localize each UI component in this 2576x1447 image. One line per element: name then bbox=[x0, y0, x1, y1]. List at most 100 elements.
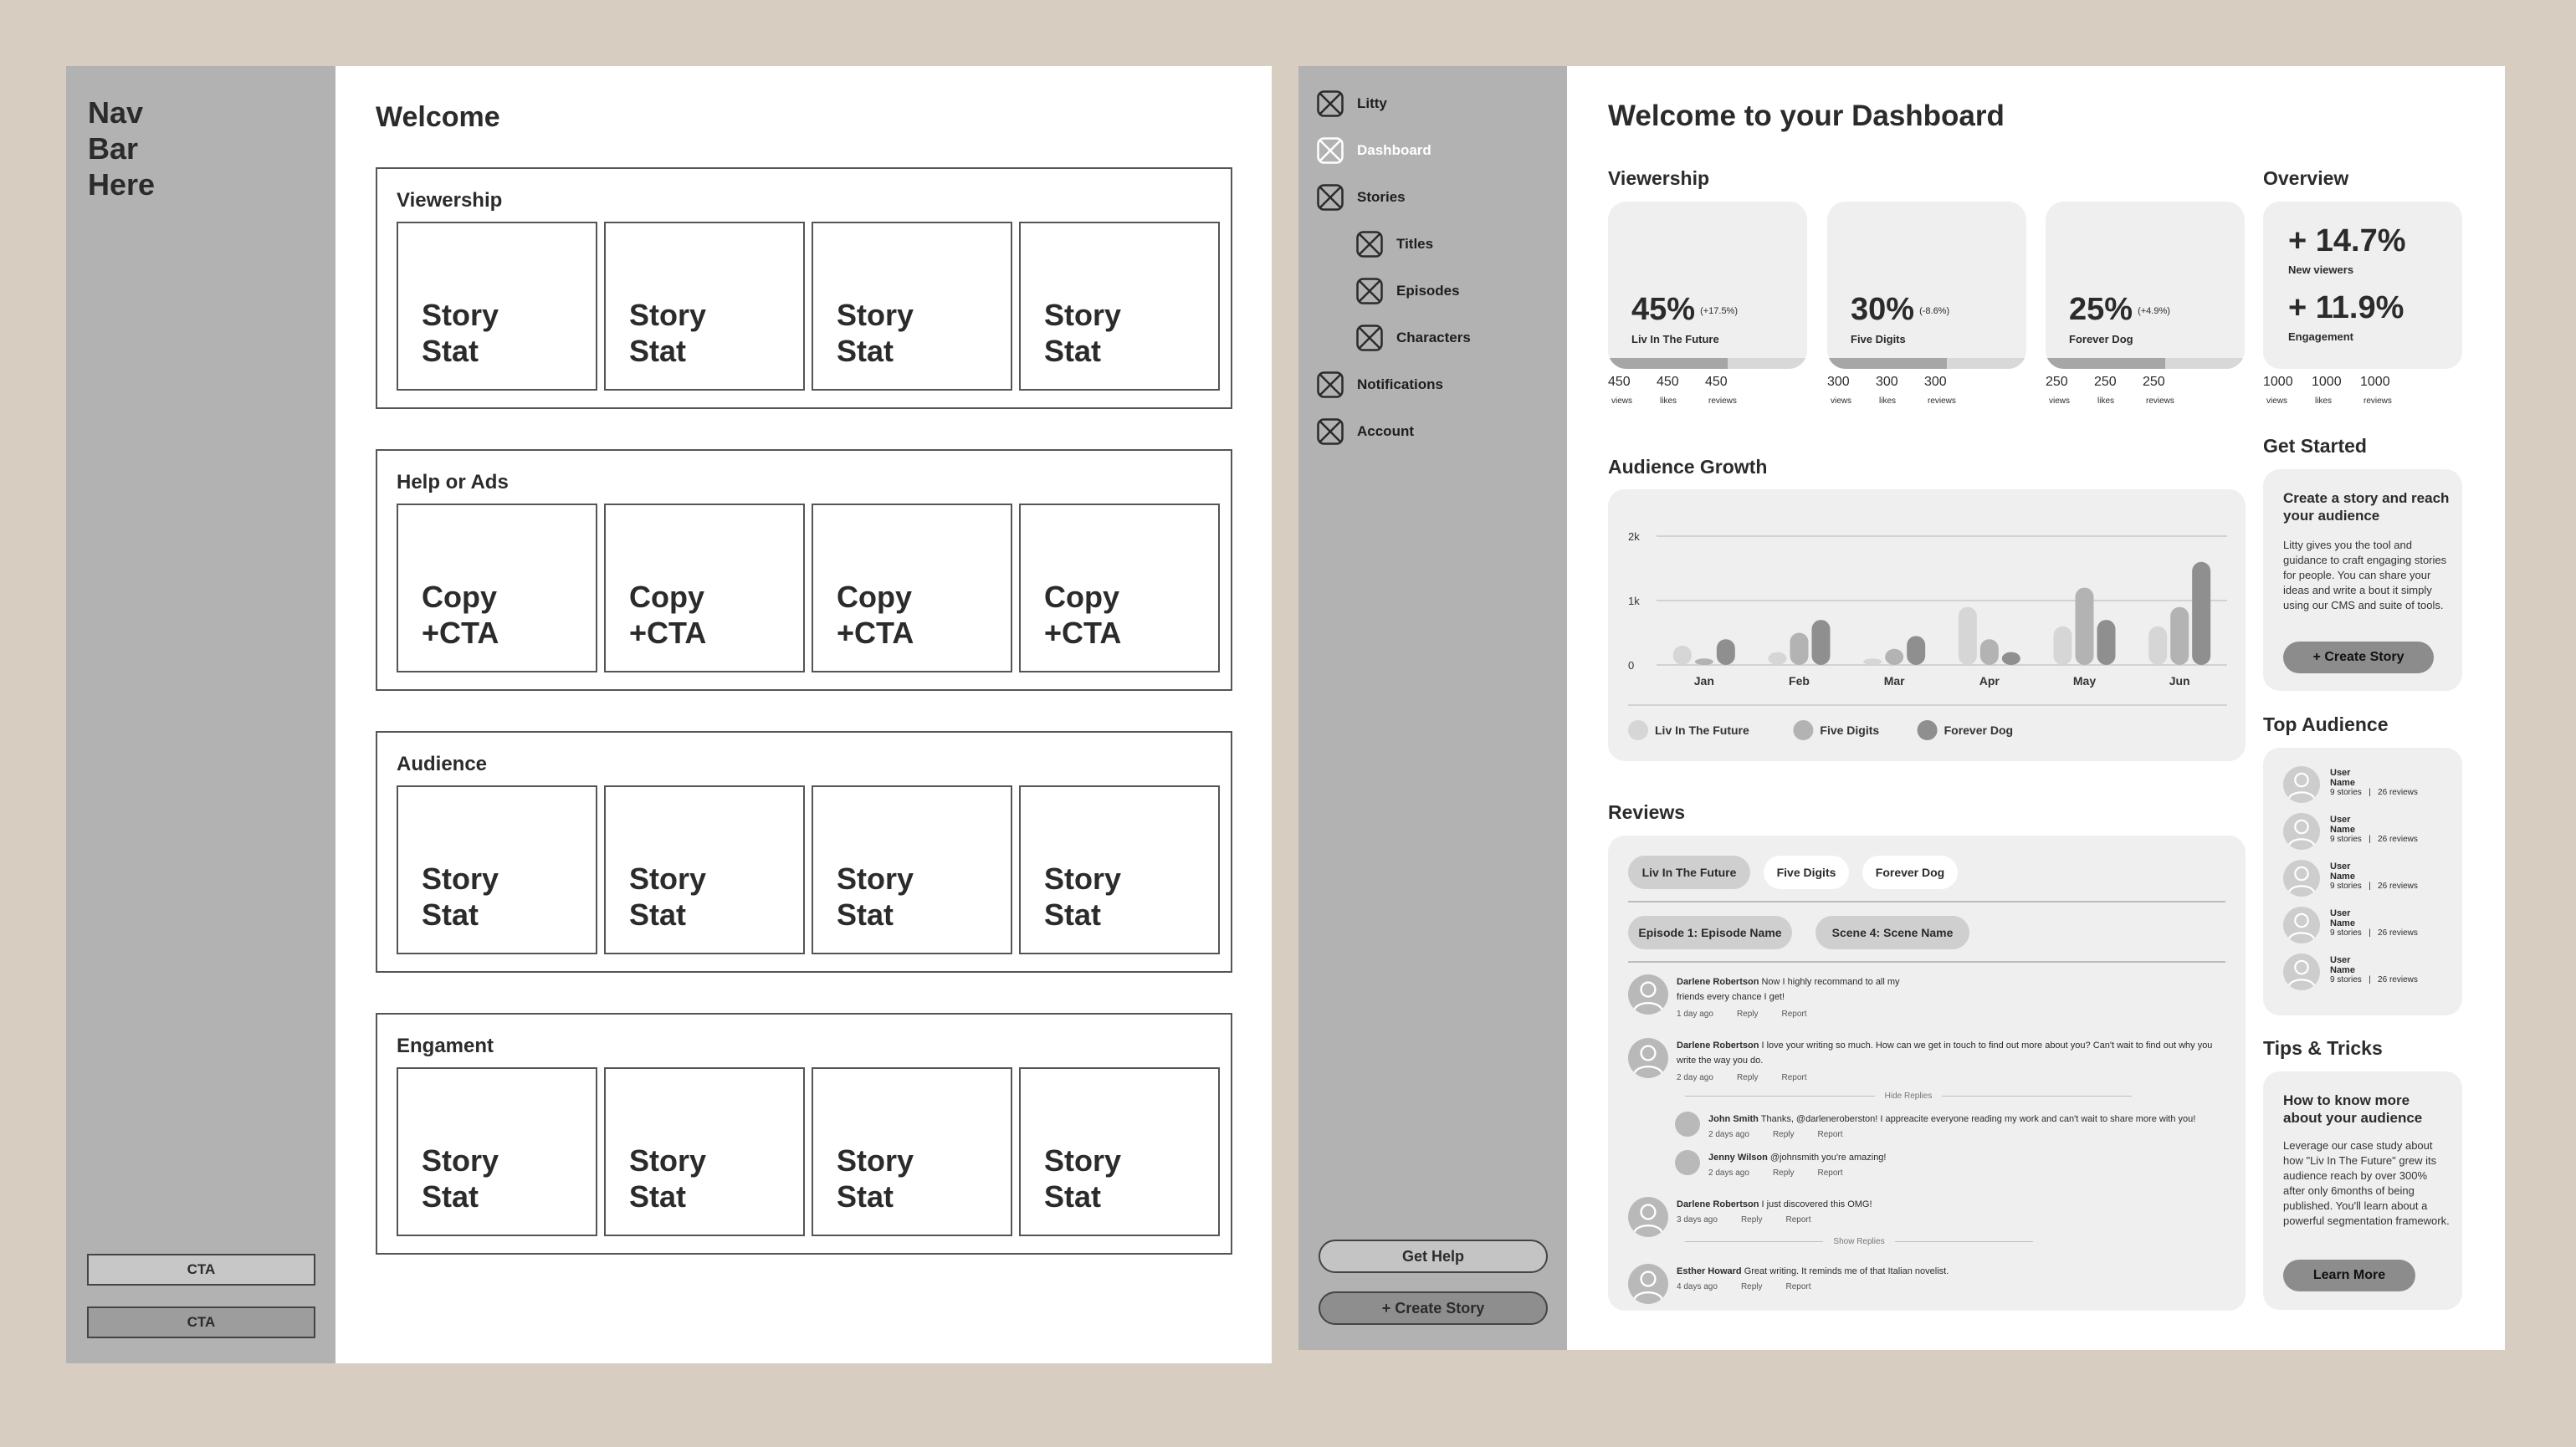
ad-card[interactable]: Copy +CTA bbox=[397, 504, 597, 672]
stat-card[interactable]: Story Stat bbox=[1019, 785, 1220, 954]
viewership-card[interactable]: 30% (-8.6%) Five Digits bbox=[1827, 202, 2026, 369]
get-started-title: Create a story and reach your audience bbox=[2283, 490, 2450, 524]
report-link[interactable]: Report bbox=[1786, 1215, 1811, 1225]
create-story-button[interactable]: + Create Story bbox=[1319, 1291, 1548, 1325]
stat-card[interactable]: Story Stat bbox=[397, 1067, 597, 1236]
stat: 250 reviews bbox=[2143, 375, 2174, 406]
sidebar-item-stories[interactable]: Stories bbox=[1317, 184, 1406, 211]
user-stats: 9 stories | 26 reviews bbox=[2330, 975, 2418, 984]
user-icon bbox=[2283, 907, 2320, 943]
stat-card[interactable]: Story Stat bbox=[604, 222, 805, 391]
stat: 1000 likes bbox=[2312, 375, 2342, 406]
stat-card[interactable]: Story Stat bbox=[812, 785, 1012, 954]
card-text: Story Stat bbox=[422, 298, 499, 368]
reply-link[interactable]: Reply bbox=[1737, 1073, 1759, 1082]
image-placeholder-icon bbox=[1356, 325, 1383, 351]
sidebar-item-notifications[interactable]: Notifications bbox=[1317, 371, 1443, 398]
report-link[interactable]: Report bbox=[1818, 1168, 1843, 1178]
audience-growth-chart: 0 1k 2k Jan Feb Mar Apr May Jun Liv In The Future… bbox=[1628, 530, 2227, 740]
reply-link[interactable]: Reply bbox=[1741, 1282, 1763, 1291]
comment-time: 2 days ago bbox=[1708, 1168, 1749, 1178]
report-link[interactable]: Report bbox=[1782, 1010, 1807, 1019]
story-name: Five Digits bbox=[1851, 333, 1906, 345]
sidebar-item-litty[interactable]: Litty bbox=[1317, 90, 1387, 117]
report-link[interactable]: Report bbox=[1782, 1073, 1807, 1082]
stat-card[interactable]: Story Stat bbox=[1019, 1067, 1220, 1236]
show-replies-toggle[interactable]: Show Replies bbox=[1675, 1237, 2043, 1246]
card-text: Copy +CTA bbox=[837, 580, 914, 650]
new-viewers-value: + 14.7% bbox=[2288, 223, 2406, 258]
percent-change: (-8.6%) bbox=[1919, 305, 1950, 316]
stat-card[interactable]: Story Stat bbox=[1019, 222, 1220, 391]
viewership-card[interactable]: 25% (+4.9%) Forever Dog bbox=[2046, 202, 2245, 369]
stat-card[interactable]: Story Stat bbox=[812, 1067, 1012, 1236]
tips-heading: Tips & Tricks bbox=[2263, 1037, 2383, 1059]
progress-fill bbox=[2046, 358, 2165, 369]
card-text: Story Stat bbox=[1044, 1143, 1122, 1214]
story-tab-liv-in-the-future[interactable]: Liv In The Future bbox=[1628, 856, 1750, 889]
get-started-body: Litty gives you the tool and guidance to… bbox=[2283, 539, 2447, 611]
ad-card[interactable]: Copy +CTA bbox=[812, 504, 1012, 672]
stat-card[interactable]: Story Stat bbox=[604, 1067, 805, 1236]
avatar bbox=[2283, 907, 2320, 943]
tips-body: Leverage our case study about how "Liv I… bbox=[2283, 1139, 2450, 1227]
report-link[interactable]: Report bbox=[1786, 1282, 1811, 1291]
image-placeholder-icon bbox=[1317, 418, 1344, 445]
cta-button-secondary[interactable]: CTA bbox=[87, 1306, 315, 1338]
hide-replies-toggle[interactable]: Hide Replies bbox=[1675, 1092, 2142, 1101]
sidebar-item-episodes[interactable]: Episodes bbox=[1356, 278, 1460, 304]
card-text: Story Stat bbox=[1044, 298, 1122, 368]
avatar bbox=[2283, 860, 2320, 897]
sidebar-item-titles[interactable]: Titles bbox=[1356, 231, 1433, 258]
viewership-stats: 300 views 300 likes 300 reviews bbox=[1827, 375, 1973, 406]
viewership-percent: 30% (-8.6%) bbox=[1851, 292, 1950, 327]
nav-bar-placeholder: Nav Bar Here CTA CTA bbox=[66, 66, 335, 1363]
ad-card[interactable]: Copy +CTA bbox=[604, 504, 805, 672]
stat-card[interactable]: Story Stat bbox=[397, 785, 597, 954]
audience-growth-heading: Audience Growth bbox=[1608, 456, 1768, 478]
ad-card[interactable]: Copy +CTA bbox=[1019, 504, 1220, 672]
stat-card[interactable]: Story Stat bbox=[604, 785, 805, 954]
scene-filter[interactable]: Scene 4: Scene Name bbox=[1815, 916, 1969, 949]
bar bbox=[1716, 639, 1735, 665]
reply-link[interactable]: Reply bbox=[1737, 1010, 1759, 1019]
stat-card[interactable]: Story Stat bbox=[812, 222, 1012, 391]
comment-time: 2 days ago bbox=[1708, 1130, 1749, 1139]
bar bbox=[1979, 639, 1999, 665]
bar bbox=[2001, 652, 2020, 665]
get-help-button[interactable]: Get Help bbox=[1319, 1240, 1548, 1273]
avatar bbox=[1628, 1197, 1668, 1237]
y-tick-label: 2k bbox=[1628, 530, 1640, 543]
reply-link[interactable]: Reply bbox=[1741, 1215, 1763, 1225]
x-tick-label: Feb bbox=[1789, 674, 1810, 688]
sidebar-item-dashboard[interactable]: Dashboard bbox=[1317, 137, 1431, 164]
sidebar-item-account[interactable]: Account bbox=[1317, 418, 1414, 445]
stat-card[interactable]: Story Stat bbox=[397, 222, 597, 391]
bar bbox=[2053, 626, 2072, 665]
story-tab-five-digits[interactable]: Five Digits bbox=[1764, 856, 1849, 889]
card-text: Copy +CTA bbox=[1044, 580, 1122, 650]
learn-more-button[interactable]: Learn More bbox=[2283, 1260, 2415, 1291]
sidebar-item-characters[interactable]: Characters bbox=[1356, 325, 1471, 351]
user-icon bbox=[1628, 1264, 1668, 1304]
stat: 300 reviews bbox=[1924, 375, 1956, 406]
report-link[interactable]: Report bbox=[1818, 1130, 1843, 1139]
story-tab-forever-dog[interactable]: Forever Dog bbox=[1862, 856, 1958, 889]
progress-fill bbox=[1827, 358, 1947, 369]
bar bbox=[1885, 648, 1904, 665]
comment-time: 1 day ago bbox=[1677, 1010, 1713, 1019]
viewership-card[interactable]: 45% (+17.5%) Liv In The Future bbox=[1608, 202, 1807, 369]
engagement-label: Engagement bbox=[2288, 330, 2354, 343]
reply-link[interactable]: Reply bbox=[1773, 1168, 1795, 1178]
story-name: Liv In The Future bbox=[1631, 333, 1719, 345]
user-name: User Name bbox=[2330, 955, 2355, 975]
reply-link[interactable]: Reply bbox=[1773, 1130, 1795, 1139]
user-icon bbox=[1628, 1038, 1668, 1078]
create-story-button[interactable]: + Create Story bbox=[2283, 642, 2434, 673]
bar bbox=[2097, 620, 2116, 665]
cta-button-primary[interactable]: CTA bbox=[87, 1254, 315, 1286]
section-engagement: Engament Story Stat Story Stat Story Sta… bbox=[376, 1013, 1232, 1255]
stat: 450 views bbox=[1608, 375, 1633, 406]
progress-bar bbox=[1827, 358, 2026, 369]
episode-filter[interactable]: Episode 1: Episode Name bbox=[1628, 916, 1792, 949]
